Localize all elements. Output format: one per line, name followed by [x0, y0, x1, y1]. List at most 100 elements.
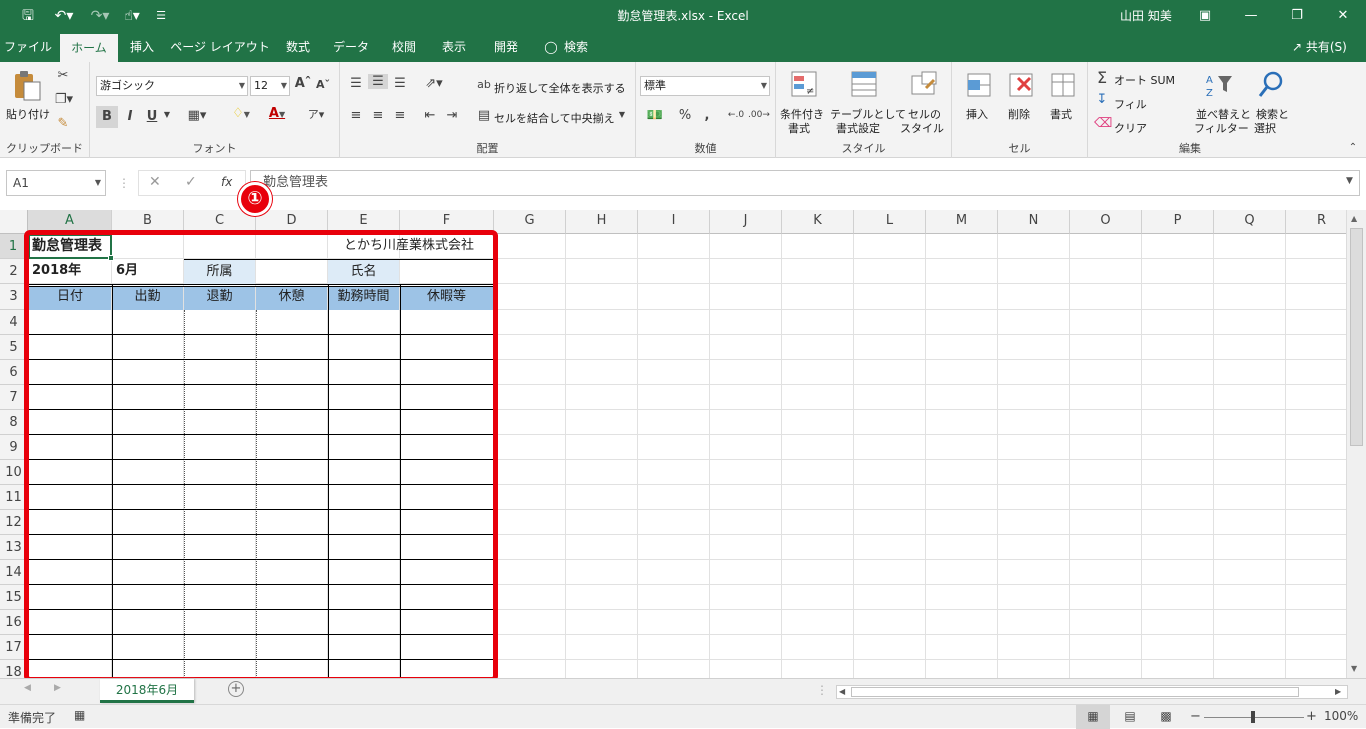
autosum-label[interactable]: オート SUM — [1114, 72, 1175, 88]
customize-quick-access-icon[interactable]: ☰ — [152, 0, 170, 32]
find-select-icon[interactable] — [1256, 70, 1286, 100]
conditional-formatting-icon[interactable]: ≠ — [790, 70, 820, 100]
increase-font-icon[interactable]: Aˆ — [294, 76, 312, 91]
column-header-j[interactable]: J — [710, 210, 782, 234]
merge-dropdown-icon[interactable]: ▼ — [616, 110, 628, 119]
percent-button[interactable]: % — [676, 108, 694, 123]
conditional-formatting-line2[interactable]: 書式 — [788, 120, 810, 136]
cut-icon[interactable]: ✂ — [54, 68, 72, 83]
align-right-icon[interactable]: ≡ — [390, 108, 410, 123]
align-top-icon[interactable]: ☰ — [346, 76, 366, 91]
cell-styles-icon[interactable] — [910, 70, 940, 100]
find-select-line2[interactable]: 選択 — [1254, 120, 1276, 136]
tab-review[interactable]: 校閲 — [382, 32, 426, 62]
insert-cells-icon[interactable] — [964, 70, 994, 100]
tab-tell-me[interactable]: 検索 — [558, 32, 594, 62]
format-as-table-icon[interactable] — [850, 70, 880, 100]
accounting-format-icon[interactable]: 💵 — [640, 108, 670, 123]
column-header-o[interactable]: O — [1070, 210, 1142, 234]
insert-cells-label[interactable]: 挿入 — [966, 106, 988, 122]
paste-label[interactable]: 貼り付け — [6, 106, 50, 122]
delete-cells-label[interactable]: 削除 — [1008, 106, 1030, 122]
tab-file[interactable]: ファイル — [0, 32, 56, 62]
column-header-l[interactable]: L — [854, 210, 926, 234]
clear-label[interactable]: クリア — [1114, 120, 1147, 136]
sheet-tab-2018-6[interactable]: 2018年6月 — [100, 679, 194, 703]
page-break-view-icon[interactable]: ▩ — [1156, 705, 1176, 727]
tab-formulas[interactable]: 数式 — [276, 32, 320, 62]
column-header-k[interactable]: K — [782, 210, 854, 234]
enter-icon[interactable]: ✓ — [185, 174, 197, 190]
redo-icon[interactable]: ↷▾ — [84, 0, 116, 32]
comma-style-icon[interactable]: , — [698, 108, 716, 123]
scroll-left-icon[interactable]: ◀ — [839, 687, 845, 696]
cell-styles-line2[interactable]: スタイル — [900, 120, 944, 136]
column-header-m[interactable]: M — [926, 210, 998, 234]
scroll-up-icon[interactable]: ▲ — [1351, 214, 1357, 223]
tab-view[interactable]: 表示 — [432, 32, 476, 62]
italic-button[interactable]: I — [120, 106, 140, 128]
autosum-icon[interactable]: Σ — [1094, 68, 1110, 87]
formula-input[interactable]: 勤怠管理表 — [250, 170, 1360, 196]
select-all-corner[interactable] — [0, 210, 28, 234]
decrease-decimal-icon[interactable]: .00→ — [748, 110, 770, 120]
borders-icon[interactable]: ▦▾ — [182, 108, 212, 123]
column-header-g[interactable]: G — [494, 210, 566, 234]
merge-center-icon[interactable]: ▤ — [476, 108, 492, 123]
align-bottom-icon[interactable]: ☰ — [390, 76, 410, 91]
scroll-down-icon[interactable]: ▼ — [1351, 664, 1357, 673]
insert-function-icon[interactable]: fx — [221, 175, 232, 189]
merge-center-button[interactable]: セルを結合して中央揃え — [494, 110, 615, 126]
decrease-font-icon[interactable]: Aˇ — [314, 78, 332, 91]
align-left-icon[interactable]: ≡ — [346, 108, 366, 123]
close-button[interactable]: ✕ — [1320, 0, 1366, 32]
increase-decimal-icon[interactable]: ←.0 — [726, 110, 746, 120]
sort-filter-icon[interactable]: AZ — [1204, 70, 1234, 100]
save-icon[interactable]: 🖫 — [16, 0, 40, 32]
user-name[interactable]: 山田 知美 — [1120, 0, 1172, 32]
fill-color-icon[interactable]: ♢▼ — [226, 106, 256, 121]
decrease-indent-icon[interactable]: ⇤ — [420, 108, 440, 123]
zoom-out-icon[interactable]: − — [1190, 709, 1201, 724]
align-center-icon[interactable]: ≡ — [368, 108, 388, 123]
name-box[interactable]: A1 ▼ — [6, 170, 106, 196]
align-middle-icon[interactable]: ☰ — [368, 74, 388, 89]
page-layout-view-icon[interactable]: ▤ — [1120, 705, 1140, 727]
increase-indent-icon[interactable]: ⇥ — [442, 108, 462, 123]
column-header-p[interactable]: P — [1142, 210, 1214, 234]
ribbon-display-options-icon[interactable]: ▣ — [1182, 0, 1228, 32]
zoom-slider-thumb[interactable] — [1251, 711, 1255, 723]
new-sheet-icon[interactable]: + — [228, 681, 244, 697]
font-color-icon[interactable]: A▼ — [262, 106, 292, 121]
underline-dropdown-icon[interactable]: ▼ — [162, 110, 172, 119]
bold-button[interactable]: B — [96, 106, 118, 128]
tab-page-layout[interactable]: ページ レイアウト — [170, 32, 270, 62]
column-header-h[interactable]: H — [566, 210, 638, 234]
prev-sheet-icon[interactable]: ◀ — [24, 683, 31, 693]
number-format-combo[interactable]: 標準 ▼ — [640, 76, 770, 96]
clear-icon[interactable]: ⌫ — [1094, 116, 1112, 131]
restore-button[interactable]: ❐ — [1274, 0, 1320, 32]
column-header-q[interactable]: Q — [1214, 210, 1286, 234]
copy-icon[interactable]: ❐▾ — [52, 92, 76, 107]
tab-split-handle-icon[interactable]: ⋮ — [816, 683, 828, 697]
minimize-button[interactable]: — — [1228, 0, 1274, 32]
cancel-icon[interactable]: ✕ — [149, 174, 161, 190]
format-cells-icon[interactable] — [1048, 70, 1078, 100]
share-button[interactable]: ↗ 共有(S) — [1292, 32, 1347, 62]
scroll-right-icon[interactable]: ▶ — [1335, 687, 1341, 696]
collapse-ribbon-icon[interactable]: ⌃ — [1346, 142, 1360, 153]
fill-label[interactable]: フィル — [1114, 96, 1147, 112]
phonetic-icon[interactable]: ア▾ — [304, 106, 328, 122]
macro-record-icon[interactable]: ▦ — [74, 708, 85, 722]
vertical-scroll-thumb[interactable] — [1350, 228, 1363, 446]
tab-insert[interactable]: 挿入 — [120, 32, 164, 62]
wrap-text-button[interactable]: 折り返して全体を表示する — [494, 80, 626, 96]
zoom-in-icon[interactable]: + — [1306, 709, 1317, 724]
format-as-table-line2[interactable]: 書式設定 — [836, 120, 880, 136]
format-cells-label[interactable]: 書式 — [1050, 106, 1072, 122]
column-header-n[interactable]: N — [998, 210, 1070, 234]
fill-icon[interactable]: ↧ — [1094, 92, 1110, 107]
paste-icon[interactable] — [12, 70, 42, 101]
undo-icon[interactable]: ↶▾ — [48, 0, 80, 32]
